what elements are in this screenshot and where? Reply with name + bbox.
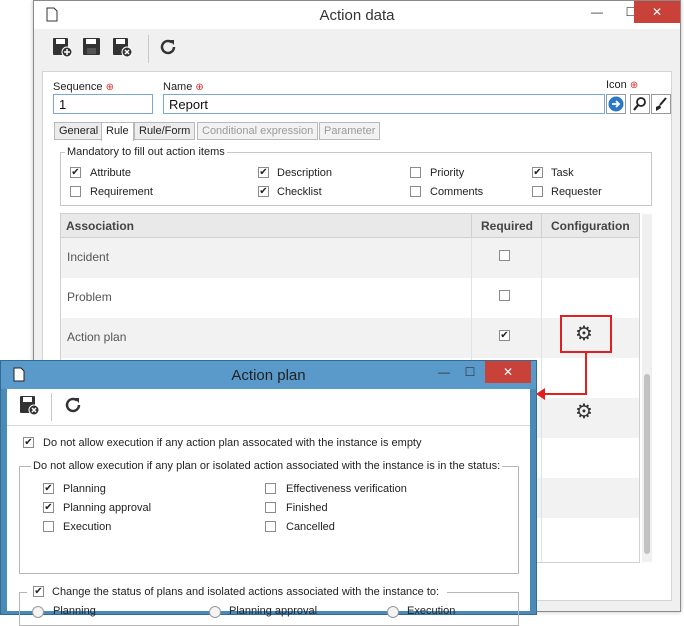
- action-plan-dialog: Action plan — ☐ ✕ ✔ Do not allow executi…: [0, 360, 537, 626]
- requester-checkbox[interactable]: [532, 186, 543, 197]
- effectiveness-verification-checkbox[interactable]: [265, 483, 276, 494]
- table-row[interactable]: Problem: [61, 278, 639, 318]
- table-row[interactable]: Incident: [61, 238, 639, 278]
- sequence-input[interactable]: 1: [53, 94, 153, 114]
- refresh-icon[interactable]: [156, 37, 180, 61]
- gear-icon[interactable]: ⚙: [575, 321, 593, 346]
- execution-radio-label: Execution: [407, 605, 456, 617]
- empty-plan-label: Do not allow execution if any action pla…: [43, 437, 422, 449]
- execution-radio[interactable]: [387, 606, 399, 618]
- connector-line: [585, 353, 587, 395]
- association-cell: Action plan: [67, 330, 127, 344]
- finished-label: Finished: [286, 502, 328, 514]
- planning-checkbox[interactable]: ✔: [43, 483, 54, 494]
- checklist-label: Checklist: [277, 186, 322, 198]
- maximize-button[interactable]: ☐: [455, 361, 485, 383]
- toolbar-separator: [51, 393, 52, 421]
- required-checkbox[interactable]: [499, 290, 510, 301]
- grid-scrollbar[interactable]: [642, 214, 652, 562]
- connector-line: [542, 393, 587, 395]
- tab-parameter: Parameter: [319, 122, 381, 140]
- refresh-icon[interactable]: [61, 395, 85, 419]
- requirement-label: Requirement: [90, 186, 153, 198]
- tab-rule-form[interactable]: Rule/Form: [134, 122, 196, 140]
- task-label: Task: [551, 167, 574, 179]
- change-status-label: Change the status of plans and isolated …: [52, 586, 440, 598]
- dialog-body: ✔ Do not allow execution if any action p…: [7, 389, 530, 626]
- required-icon: ⊕: [195, 82, 204, 93]
- change-status-checkbox[interactable]: ✔: [33, 586, 44, 597]
- save-and-close-icon[interactable]: [17, 395, 41, 419]
- required-icon: ⊕: [105, 82, 114, 93]
- icon-search-button[interactable]: [630, 94, 650, 114]
- save-and-close-icon[interactable]: [110, 37, 134, 61]
- name-input[interactable]: Report: [163, 94, 605, 114]
- comments-label: Comments: [430, 186, 484, 198]
- table-row[interactable]: Action plan ✔: [61, 318, 639, 358]
- column-configuration[interactable]: Configuration: [551, 219, 630, 233]
- required-checkbox[interactable]: ✔: [499, 330, 510, 341]
- save-and-new-icon[interactable]: [50, 37, 74, 61]
- planning-approval-radio[interactable]: [209, 606, 221, 618]
- grid-header: Association Required Configuration: [61, 214, 639, 238]
- execution-label: Execution: [63, 521, 112, 533]
- save-icon[interactable]: [80, 37, 104, 61]
- priority-checkbox[interactable]: [410, 167, 421, 178]
- title-bar: Action data — ☐ ✕: [34, 1, 680, 29]
- mandatory-group-title: Mandatory to fill out action items: [65, 146, 227, 158]
- attribute-checkbox[interactable]: ✔: [70, 167, 81, 178]
- cancelled-label: Cancelled: [286, 521, 335, 533]
- icon-select-button[interactable]: [606, 94, 626, 114]
- icon-label: Icon ⊕: [606, 79, 639, 91]
- column-required[interactable]: Required: [481, 219, 533, 233]
- planning-approval-label: Planning approval: [63, 502, 152, 514]
- dialog-title-bar: Action plan — ☐ ✕: [1, 361, 536, 389]
- name-label: Name ⊕: [163, 81, 204, 93]
- execution-checkbox[interactable]: [43, 521, 54, 532]
- required-checkbox[interactable]: [499, 250, 510, 261]
- planning-label: Planning: [63, 483, 106, 495]
- status-group-title: Do not allow execution if any plan or is…: [31, 460, 503, 472]
- priority-label: Priority: [430, 167, 465, 179]
- planning-approval-radio-label: Planning approval: [229, 605, 318, 617]
- required-icon: ⊕: [629, 80, 639, 91]
- task-checkbox[interactable]: ✔: [532, 167, 543, 178]
- icon-clear-button[interactable]: [651, 94, 671, 114]
- requirement-checkbox[interactable]: [70, 186, 81, 197]
- close-button[interactable]: ✕: [485, 361, 531, 383]
- planning-approval-checkbox[interactable]: ✔: [43, 502, 54, 513]
- finished-checkbox[interactable]: [265, 502, 276, 513]
- cancelled-checkbox[interactable]: [265, 521, 276, 532]
- minimize-button[interactable]: —: [582, 1, 612, 23]
- comments-checkbox[interactable]: [410, 186, 421, 197]
- tab-rule[interactable]: Rule: [101, 122, 134, 141]
- gear-icon[interactable]: ⚙: [575, 399, 593, 424]
- effectiveness-verification-label: Effectiveness verification: [286, 483, 407, 495]
- description-label: Description: [277, 167, 333, 179]
- toolbar-separator: [148, 35, 149, 63]
- planning-radio[interactable]: [32, 606, 44, 618]
- sequence-label: Sequence ⊕: [53, 81, 114, 93]
- empty-plan-checkbox[interactable]: ✔: [23, 437, 34, 448]
- tab-general[interactable]: General: [54, 122, 104, 140]
- planning-radio-label: Planning: [53, 605, 96, 617]
- column-association[interactable]: Association: [66, 219, 134, 233]
- description-checkbox[interactable]: ✔: [258, 167, 269, 178]
- association-cell: Problem: [67, 290, 112, 304]
- close-button[interactable]: ✕: [634, 1, 680, 23]
- association-cell: Incident: [67, 250, 110, 264]
- checklist-checkbox[interactable]: ✔: [258, 186, 269, 197]
- requester-label: Requester: [551, 186, 602, 198]
- tab-conditional-expression: Conditional expression: [197, 122, 319, 140]
- attribute-label: Attribute: [90, 167, 131, 179]
- scrollbar-thumb[interactable]: [644, 374, 650, 554]
- arrow-icon: [536, 388, 545, 400]
